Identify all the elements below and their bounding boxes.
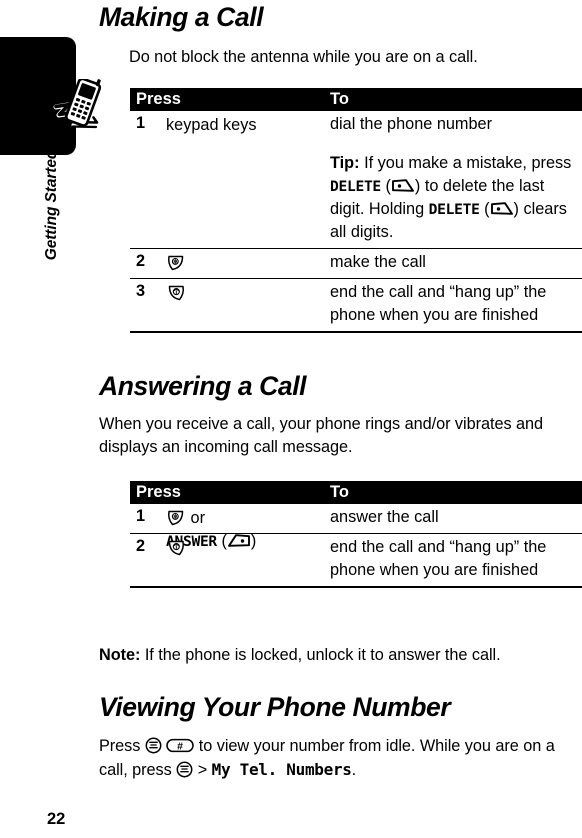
answering-a-call-table: Press To 1 or ANSWER () answer the call 2… [130,481,582,588]
row-to-main: end the call and “hang up” the phone whe… [330,283,547,324]
row-number: 2 [136,252,146,270]
table-row: 1 keypad keys dial the phone number Tip:… [130,111,582,249]
row-to-main: answer the call [330,508,439,526]
tip-paren-open-2: ( [479,200,490,218]
softkey-label-delete-2: DELETE [428,201,480,218]
table-row: 2 end the call and “hang up” the phone w… [130,534,582,588]
menu-key-icon [145,737,162,754]
row-to-main: end the call and “hang up” the phone whe… [330,538,547,579]
tip-label: Tip: [330,154,360,172]
row-to-cell: answer the call [330,504,580,533]
note-label: Note: [99,646,141,664]
section-heading-answering: Answering a Call [99,371,307,401]
page-title: Making a Call [99,2,264,32]
column-header-press: Press [136,90,181,108]
section-heading-viewing: Viewing Your Phone Number [99,692,451,722]
row-press-cell [166,537,326,560]
viewing-text-5: . [351,761,357,779]
end-key-icon [166,539,186,557]
answering-a-call-intro: When you receive a call, your phone ring… [99,415,544,456]
press-or-text: or [186,509,206,527]
menu-path-label: My Tel. Numbers [211,760,352,779]
row-to-main: make the call [330,253,426,271]
table-header-row: Press To [130,88,582,111]
row-to-cell: make the call [330,249,580,278]
row-number: 3 [136,282,146,300]
right-soft-key-icon [490,200,514,215]
tip-text-1: If you make a mistake, press [359,154,572,172]
row-to-cell: end the call and “hang up” the phone whe… [330,534,580,586]
viewing-text-1: Press [99,737,145,755]
row-press-cell [166,282,326,305]
table-row: 1 or ANSWER () answer the call [130,504,582,550]
row-press-cell: keypad keys [166,116,257,134]
row-number: 1 [136,114,146,132]
note-text: If the phone is locked, unlock it to ans… [140,646,501,664]
page-content: Making a Call Do not block the antenna w… [0,0,582,838]
end-key-icon [166,284,186,302]
send-key-icon [166,509,186,527]
row-press-cell [166,252,326,275]
menu-key-icon [176,761,193,778]
send-key-icon [166,254,186,272]
column-header-to: To [330,483,349,501]
row-number: 2 [136,537,146,555]
page-number: 22 [47,810,66,828]
column-header-to: To [330,90,349,108]
making-a-call-intro: Do not block the antenna while you are o… [129,48,478,66]
making-a-call-table: Press To 1 keypad keys dial the phone nu… [130,88,582,333]
right-soft-key-icon [391,177,415,192]
viewing-text-4: > [193,761,212,779]
tip-paren-open-1: ( [380,177,391,195]
row-number: 1 [136,507,146,525]
table-row: 2 make the call [130,249,582,279]
pound-key-icon: # [166,737,195,752]
note-paragraph: Note: If the phone is locked, unlock it … [99,644,582,667]
row-to-cell: dial the phone number Tip: If you make a… [330,111,580,248]
softkey-label-delete-1: DELETE [330,178,381,195]
row-to-cell: end the call and “hang up” the phone whe… [330,279,580,331]
row-tip: Tip: If you make a mistake, press DELETE… [330,152,580,244]
table-row: 3 end the call and “hang up” the phone w… [130,279,582,333]
column-header-press: Press [136,483,181,501]
viewing-paragraph: Press # to view your number from idle. W… [99,735,582,782]
svg-text:#: # [177,740,183,752]
row-to-main: dial the phone number [330,115,493,133]
table-header-row: Press To [130,481,582,504]
